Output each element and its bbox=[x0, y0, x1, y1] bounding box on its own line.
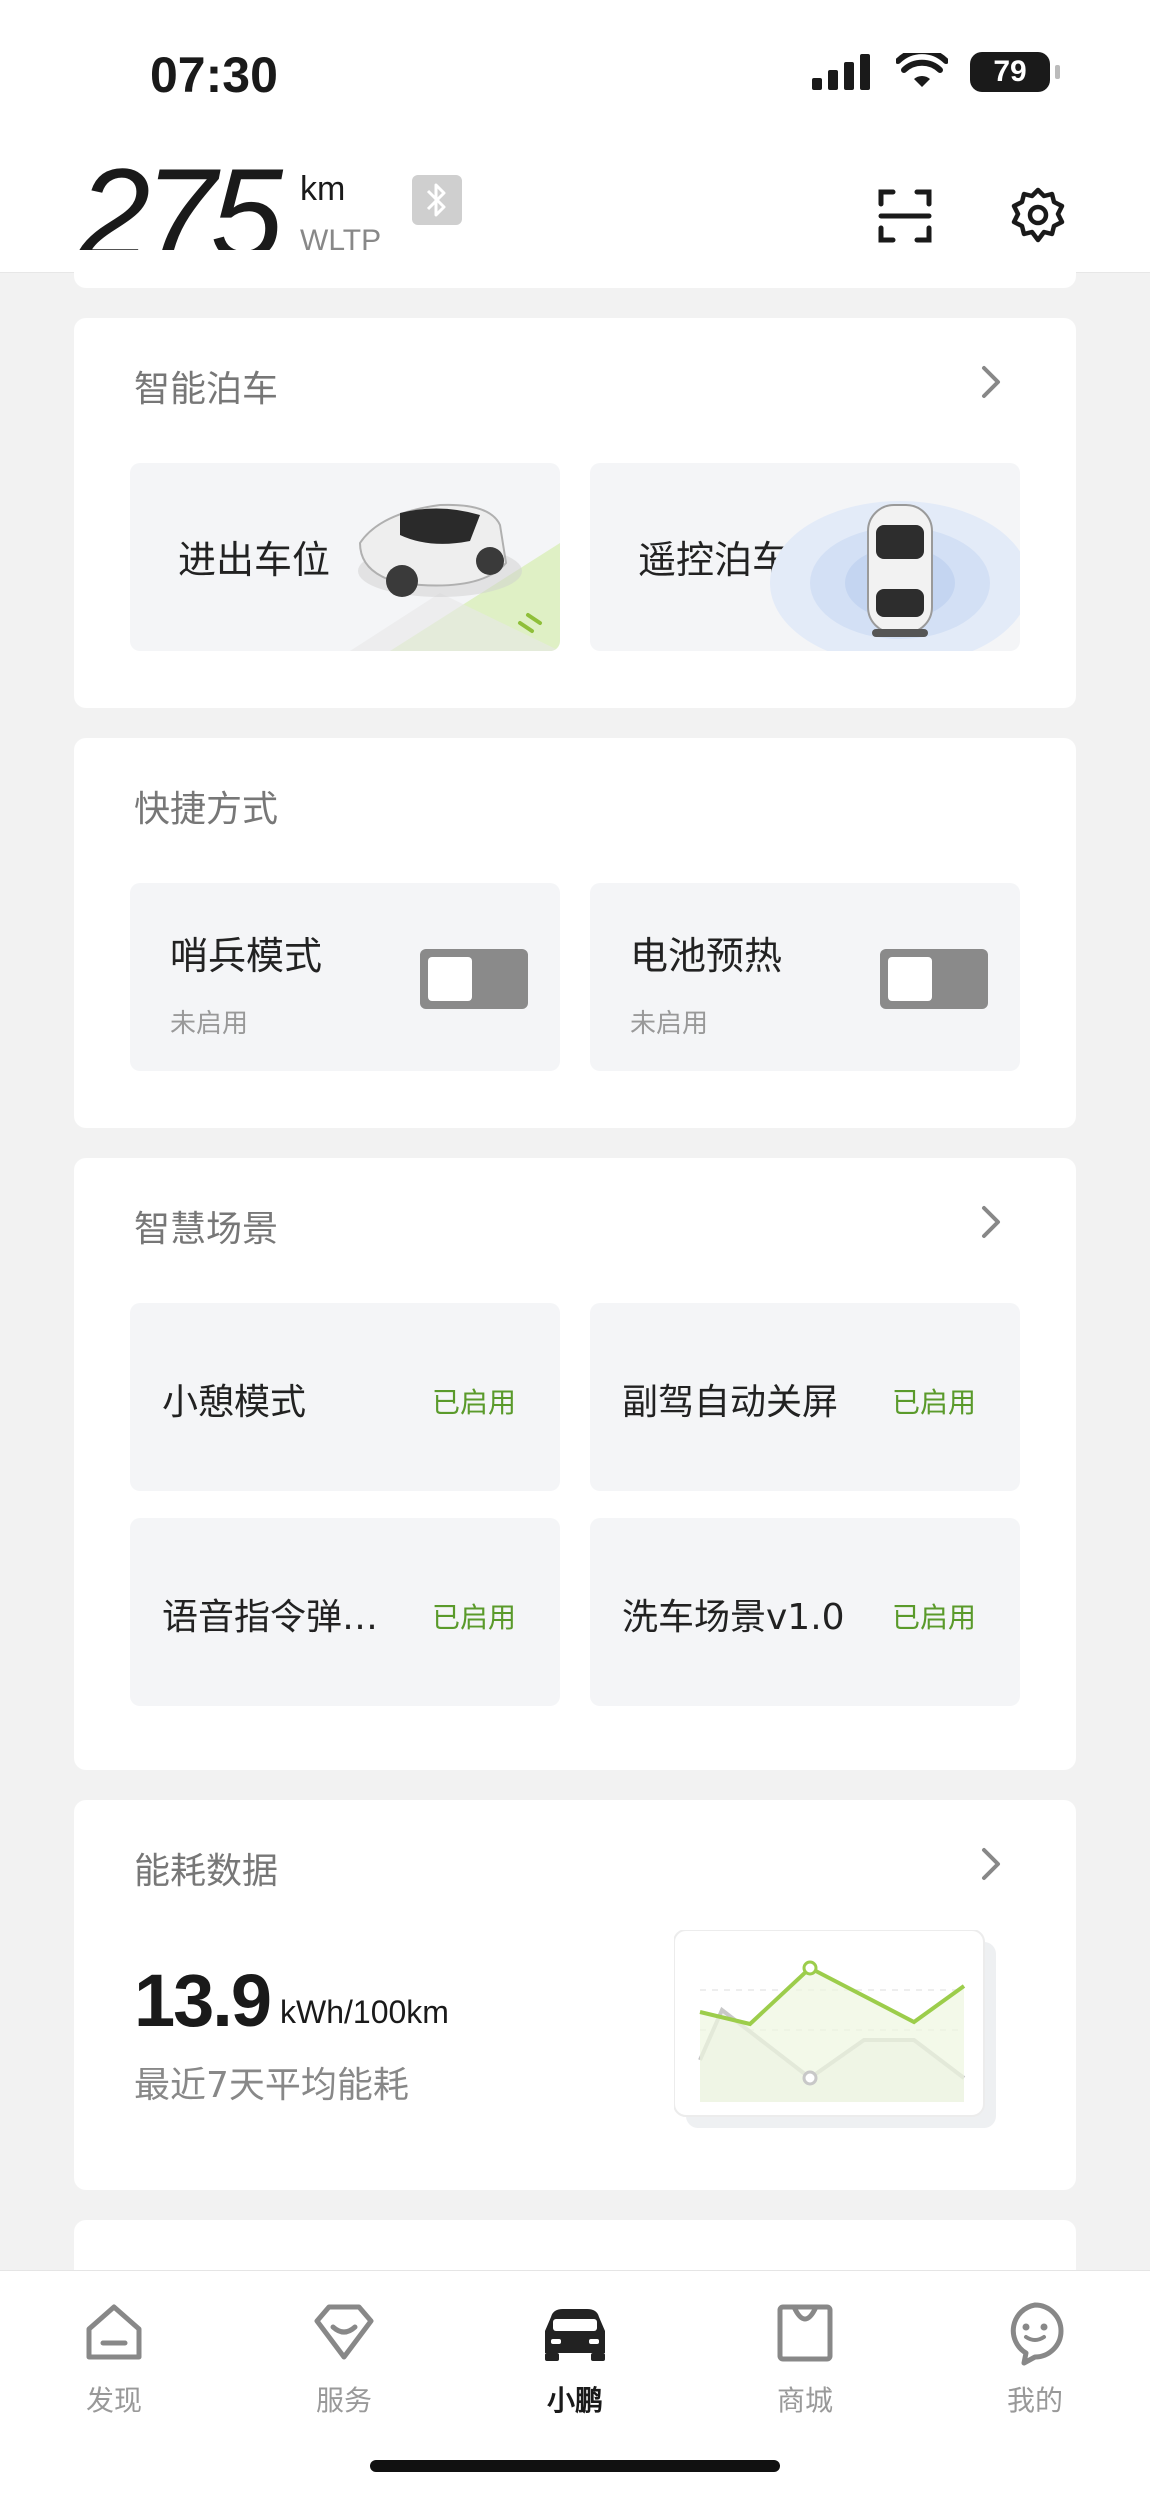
scene-carwash-status: 已启用 bbox=[891, 1601, 976, 1634]
sentry-mode-status: 未启用 bbox=[170, 1009, 249, 1039]
smart-parking-card: 智能泊车 进出车位 遥控泊车 bbox=[74, 318, 1076, 708]
tab-shop-label: 商城 bbox=[776, 2384, 833, 2417]
shortcuts-card: 快捷方式 哨兵模式 未启用 电池预热 未启用 bbox=[74, 738, 1076, 1128]
range-unit: km bbox=[300, 170, 346, 208]
smart-scenes-card: 智慧场景 小憩模式 已启用 副驾自动关屏 已启用 语音指令弹… 已启用 洗车场景… bbox=[74, 1158, 1076, 1770]
scenes-title: 智慧场景 bbox=[134, 1209, 279, 1250]
tab-service-label: 服务 bbox=[315, 2384, 372, 2417]
scene-carwash-label: 洗车场景v1.0 bbox=[622, 1597, 845, 1638]
tab-xpeng[interactable]: 小鹏 bbox=[510, 2297, 640, 2419]
scene-tile-nap[interactable]: 小憩模式 已启用 bbox=[130, 1303, 560, 1491]
scene-tile-carwash[interactable]: 洗车场景v1.0 已启用 bbox=[590, 1518, 1020, 1706]
remote-parking-tile[interactable]: 遥控泊车 bbox=[590, 463, 1020, 651]
gear-icon[interactable] bbox=[1008, 186, 1068, 246]
energy-title: 能耗数据 bbox=[134, 1851, 279, 1892]
chevron-right-icon[interactable] bbox=[976, 1202, 1006, 1242]
remote-car-image bbox=[770, 501, 1020, 651]
parking-car-image bbox=[350, 503, 560, 651]
tab-xpeng-label: 小鹏 bbox=[546, 2384, 603, 2417]
tab-mine-label: 我的 bbox=[1006, 2384, 1063, 2417]
scene-tile-voice[interactable]: 语音指令弹… 已启用 bbox=[130, 1518, 560, 1706]
scene-passenger-screen-status: 已启用 bbox=[891, 1386, 976, 1419]
tab-discover[interactable]: 发现 bbox=[49, 2297, 179, 2419]
tab-discover-label: 发现 bbox=[85, 2384, 142, 2417]
chevron-right-icon[interactable] bbox=[976, 362, 1006, 402]
battery-preheat-label: 电池预热 bbox=[630, 934, 783, 978]
scene-voice-status: 已启用 bbox=[431, 1601, 516, 1634]
scene-voice-label: 语音指令弹… bbox=[162, 1597, 379, 1638]
status-time: 07:30 bbox=[150, 47, 278, 103]
sentry-mode-label: 哨兵模式 bbox=[170, 934, 323, 978]
park-in-out-tile[interactable]: 进出车位 bbox=[130, 463, 560, 651]
scene-tile-passenger-screen[interactable]: 副驾自动关屏 已启用 bbox=[590, 1303, 1020, 1491]
status-bar: 07:30 79 bbox=[0, 0, 1150, 150]
home-icon bbox=[86, 2304, 142, 2360]
scene-passenger-screen-label: 副驾自动关屏 bbox=[622, 1382, 839, 1423]
scene-nap-status: 已启用 bbox=[431, 1386, 516, 1419]
home-indicator bbox=[370, 2460, 780, 2472]
signal-icon bbox=[812, 54, 870, 90]
shop-icon bbox=[777, 2304, 833, 2362]
toggle-knob bbox=[888, 957, 932, 1001]
battery-preheat-status: 未启用 bbox=[630, 1009, 709, 1039]
energy-value: 13.9 bbox=[134, 1959, 272, 2042]
energy-caption: 最近7天平均能耗 bbox=[134, 2065, 409, 2106]
shortcuts-title: 快捷方式 bbox=[134, 789, 279, 830]
energy-unit: kWh/100km bbox=[280, 1994, 449, 2030]
car-icon bbox=[545, 2309, 605, 2361]
battery-level: 79 bbox=[993, 55, 1027, 88]
bluetooth-icon[interactable] bbox=[412, 175, 462, 225]
system-icons: 79 bbox=[812, 52, 1060, 92]
battery-preheat-tile: 电池预热 未启用 bbox=[590, 883, 1020, 1071]
park-in-out-label: 进出车位 bbox=[178, 538, 331, 582]
sentry-mode-tile: 哨兵模式 未启用 bbox=[130, 883, 560, 1071]
energy-card[interactable]: 能耗数据 13.9 kWh/100km 最近7天平均能耗 bbox=[74, 1800, 1076, 2190]
parking-title: 智能泊车 bbox=[134, 369, 279, 410]
previous-card bbox=[74, 250, 1076, 288]
tab-service[interactable]: 服务 bbox=[279, 2297, 409, 2419]
battery-preheat-toggle[interactable] bbox=[880, 949, 988, 1009]
toggle-knob bbox=[428, 957, 472, 1001]
scan-icon[interactable] bbox=[875, 186, 935, 246]
wifi-icon bbox=[896, 53, 948, 87]
profile-icon bbox=[1010, 2302, 1064, 2366]
service-icon bbox=[314, 2304, 374, 2360]
tab-shop[interactable]: 商城 bbox=[740, 2297, 870, 2419]
scene-nap-label: 小憩模式 bbox=[162, 1382, 307, 1423]
battery-icon: 79 bbox=[970, 52, 1060, 92]
tab-mine[interactable]: 我的 bbox=[970, 2297, 1100, 2419]
energy-trend-chart bbox=[674, 1930, 996, 2128]
sentry-mode-toggle[interactable] bbox=[420, 949, 528, 1009]
chevron-right-icon[interactable] bbox=[976, 1844, 1006, 1884]
